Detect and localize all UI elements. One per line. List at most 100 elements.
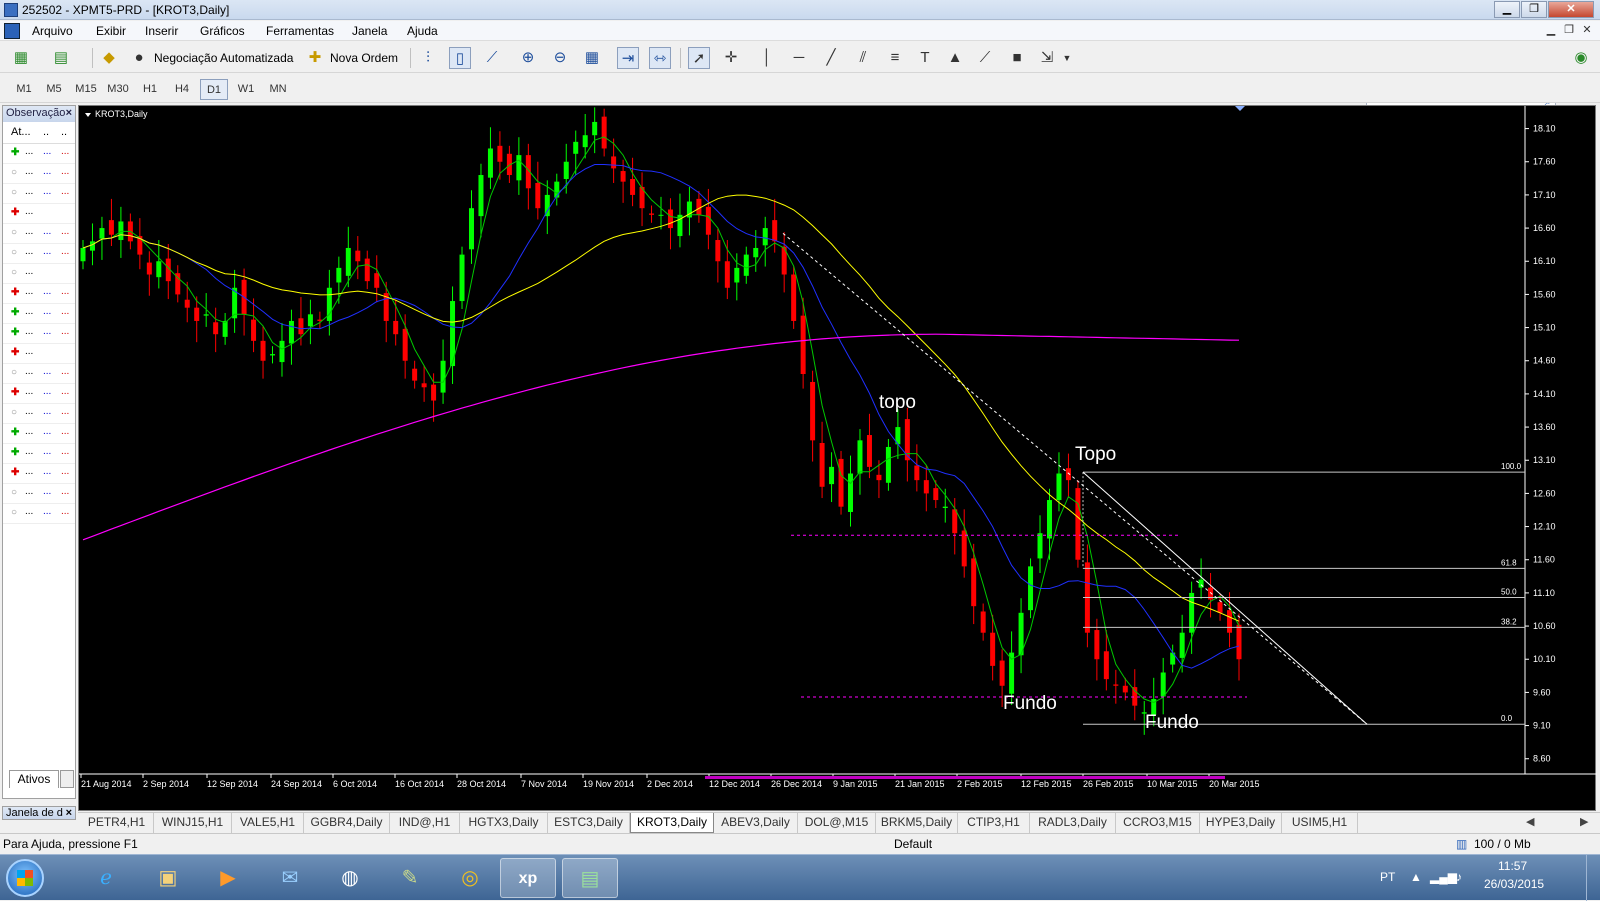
tf-d1[interactable]: D1 xyxy=(200,79,228,100)
tile-windows-icon[interactable]: ▦ xyxy=(581,47,603,69)
column-more[interactable]: .. xyxy=(43,122,49,142)
community-icon[interactable]: ◉ xyxy=(1570,47,1592,69)
new-chart-icon[interactable]: ▦ xyxy=(10,47,32,69)
list-item[interactable]: ○......... xyxy=(3,244,75,264)
show-desktop-button[interactable] xyxy=(1586,855,1600,901)
price-chart[interactable]: KROT3,Daily 18.10 17.60 17.10 16.60 16.10 15.6… xyxy=(79,106,1597,812)
maximize-button[interactable]: ❐ xyxy=(1521,1,1547,18)
fibonacci-icon[interactable]: ≡ xyxy=(884,47,906,69)
chart-tab[interactable]: CTIP3,H1 xyxy=(958,813,1030,833)
autoscroll-icon[interactable]: ⇥ xyxy=(617,47,639,69)
text-icon[interactable]: T xyxy=(914,47,936,69)
auto-trading-icon[interactable]: ● xyxy=(128,47,150,69)
shapes-icon[interactable]: ▲ xyxy=(944,47,966,69)
tabs-left-icon[interactable]: ◀ xyxy=(1526,815,1534,828)
tf-m30[interactable]: M30 xyxy=(104,79,132,100)
list-item[interactable]: ✚......... xyxy=(3,324,75,344)
auto-trading-button[interactable]: Negociação Automatizada xyxy=(154,51,293,65)
start-button[interactable] xyxy=(6,859,44,897)
media-player-icon[interactable]: ▶ xyxy=(200,858,256,898)
chart-tab[interactable]: USIM5,H1 xyxy=(1282,813,1358,833)
menu-ferramentas[interactable]: Ferramentas xyxy=(266,24,334,38)
chrome-icon[interactable]: ◎ xyxy=(442,858,498,898)
list-item[interactable]: ✚... xyxy=(3,204,75,224)
column-more[interactable]: .. xyxy=(61,122,67,142)
messenger-icon[interactable]: ✉ xyxy=(262,858,318,898)
new-order-button[interactable]: Nova Ordem xyxy=(330,51,398,65)
trendline-icon[interactable]: ╱ xyxy=(820,47,842,69)
list-item[interactable]: ○......... xyxy=(3,224,75,244)
notes-icon[interactable]: ✎ xyxy=(382,858,438,898)
tab-ativos[interactable]: Ativos xyxy=(9,770,59,788)
list-item[interactable]: ✚......... xyxy=(3,444,75,464)
list-item[interactable]: ✚......... xyxy=(3,304,75,324)
menu-graficos[interactable]: Gráficos xyxy=(200,24,245,38)
chart-tab[interactable]: KROT3,Daily xyxy=(630,813,714,833)
vertical-line-icon[interactable]: │ xyxy=(756,47,778,69)
minimize-button[interactable]: ▁ xyxy=(1494,1,1520,18)
chart-window-icon[interactable] xyxy=(4,23,20,39)
menu-ajuda[interactable]: Ajuda xyxy=(407,24,438,38)
list-item[interactable]: ✚... xyxy=(3,344,75,364)
tf-w1[interactable]: W1 xyxy=(232,79,260,100)
mdi-minimize-icon[interactable]: ▁ xyxy=(1543,24,1559,38)
xp-app-icon[interactable]: xp xyxy=(500,858,556,898)
chart-tab[interactable]: ESTC3,Daily xyxy=(548,813,630,833)
tray-expand-icon[interactable]: ▲ xyxy=(1410,870,1422,884)
zoom-in-icon[interactable]: ⊕ xyxy=(517,47,539,69)
bar-chart-icon[interactable]: ⫶ xyxy=(417,47,439,69)
clock-date[interactable]: 26/03/2015 xyxy=(1484,877,1544,891)
chart-shift-icon[interactable]: ⇿ xyxy=(649,47,671,69)
horizontal-line-icon[interactable]: ─ xyxy=(788,47,810,69)
candlestick-icon[interactable]: ▯ xyxy=(449,47,471,69)
gann-icon[interactable]: ⟋ xyxy=(974,47,996,69)
chart-tab[interactable]: BRKM5,Daily xyxy=(876,813,958,833)
hp-icon[interactable]: ◍ xyxy=(322,858,378,898)
arrows-icon[interactable]: ⇲ xyxy=(1036,47,1058,69)
language-indicator[interactable]: PT xyxy=(1380,870,1395,884)
tf-m1[interactable]: M1 xyxy=(10,79,38,100)
list-item[interactable]: ✚......... xyxy=(3,384,75,404)
list-item[interactable]: ○......... xyxy=(3,504,75,524)
clock-time[interactable]: 11:57 xyxy=(1498,859,1527,873)
menu-janela[interactable]: Janela xyxy=(352,24,387,38)
close-button[interactable]: ✕ xyxy=(1548,1,1594,18)
list-item[interactable]: ○......... xyxy=(3,184,75,204)
tabs-right-icon[interactable]: ▶ xyxy=(1580,815,1588,828)
list-item[interactable]: ○......... xyxy=(3,164,75,184)
chevron-down-icon[interactable]: ▼ xyxy=(1056,47,1078,69)
tf-h1[interactable]: H1 xyxy=(136,79,164,100)
close-icon[interactable]: × xyxy=(66,106,72,121)
network-icon[interactable]: ▂▄▆ xyxy=(1430,870,1457,884)
chart-tab[interactable]: DOL@,M15 xyxy=(798,813,876,833)
metatrader-icon[interactable]: ▤ xyxy=(562,858,618,898)
close-icon[interactable]: × xyxy=(66,807,72,820)
zoom-out-icon[interactable]: ⊖ xyxy=(549,47,571,69)
explorer-folder-icon[interactable]: ▣ xyxy=(140,858,196,898)
chart-tab[interactable]: RADL3,Daily xyxy=(1030,813,1116,833)
cursor-icon[interactable]: ➚ xyxy=(688,47,710,69)
mdi-restore-icon[interactable]: ❐ xyxy=(1561,24,1577,38)
line-chart-icon[interactable]: ⟋ xyxy=(481,47,503,69)
list-item[interactable]: ✚......... xyxy=(3,464,75,484)
crosshair-icon[interactable]: ✛ xyxy=(720,47,742,69)
new-order-icon[interactable]: ✚ xyxy=(304,47,326,69)
menu-inserir[interactable]: Inserir xyxy=(145,24,178,38)
tf-m5[interactable]: M5 xyxy=(40,79,68,100)
chart-tab[interactable]: GGBR4,Daily xyxy=(304,813,390,833)
menu-exibir[interactable]: Exibir xyxy=(96,24,126,38)
internet-explorer-icon[interactable]: ℯ xyxy=(78,858,134,898)
chart-tab[interactable]: PETR4,H1 xyxy=(80,813,154,833)
tf-m15[interactable]: M15 xyxy=(72,79,100,100)
market-watch-column-header[interactable]: At... .. .. xyxy=(3,122,75,144)
menu-arquivo[interactable]: Arquivo xyxy=(32,24,73,38)
chart-tab[interactable]: VALE5,H1 xyxy=(232,813,304,833)
list-item[interactable]: ○......... xyxy=(3,484,75,504)
chart-window[interactable]: KROT3,Daily 18.10 17.60 17.10 16.60 16.10 15.6… xyxy=(78,105,1597,812)
tf-mn[interactable]: MN xyxy=(264,79,292,100)
channels-icon[interactable]: ⫽ xyxy=(852,47,874,69)
chart-tab[interactable]: HGTX3,Daily xyxy=(460,813,548,833)
profiles-icon[interactable]: ▤ xyxy=(50,47,72,69)
chart-tab[interactable]: CCRO3,M15 xyxy=(1116,813,1200,833)
list-item[interactable]: ✚......... xyxy=(3,284,75,304)
